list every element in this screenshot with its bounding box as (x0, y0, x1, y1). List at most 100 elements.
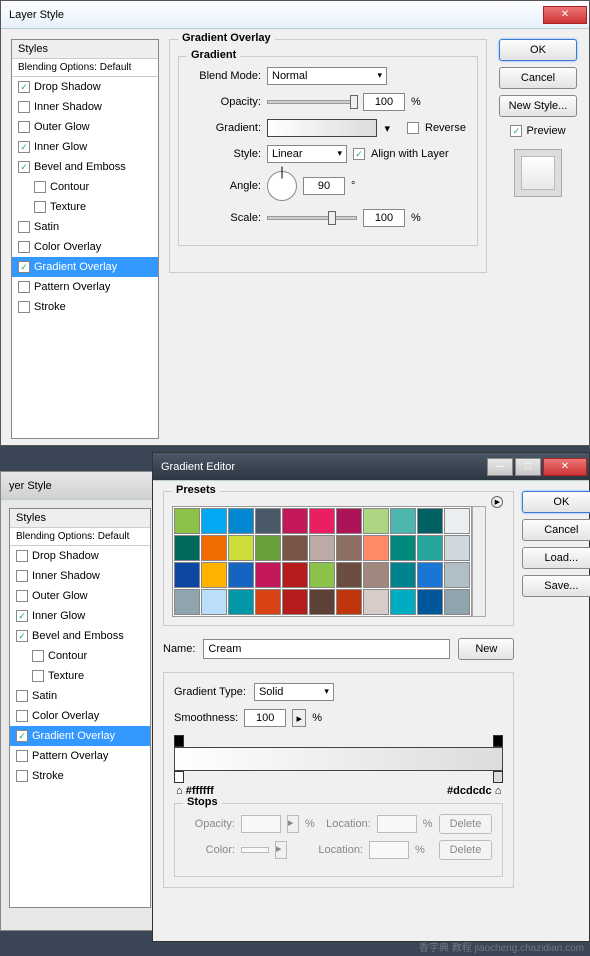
checkbox[interactable] (18, 281, 30, 293)
opacity-input[interactable] (363, 93, 405, 111)
preset-swatch[interactable] (417, 535, 443, 561)
preset-swatch[interactable] (282, 589, 308, 615)
preset-swatch[interactable] (336, 562, 362, 588)
style-item[interactable]: Inner Glow (10, 606, 150, 626)
preset-swatch[interactable] (228, 562, 254, 588)
preset-swatch[interactable] (309, 589, 335, 615)
preset-swatch[interactable] (363, 562, 389, 588)
style-item[interactable]: Inner Shadow (10, 566, 150, 586)
titlebar[interactable]: Layer Style ✕ (1, 1, 589, 29)
blend-mode-select[interactable]: Normal (267, 67, 387, 85)
opacity-stop[interactable] (174, 735, 184, 747)
new-style-button[interactable]: New Style... (499, 95, 577, 117)
preset-swatch[interactable] (336, 589, 362, 615)
preset-swatch[interactable] (309, 535, 335, 561)
style-item[interactable]: Contour (12, 177, 158, 197)
checkbox[interactable] (16, 570, 28, 582)
checkbox[interactable] (18, 261, 30, 273)
checkbox[interactable] (16, 730, 28, 742)
preset-swatch[interactable] (309, 508, 335, 534)
preset-swatch[interactable] (174, 508, 200, 534)
preset-swatch[interactable] (255, 589, 281, 615)
titlebar[interactable]: Gradient Editor — □ ✕ (153, 453, 589, 481)
style-item[interactable]: Outer Glow (12, 117, 158, 137)
opacity-stop[interactable] (493, 735, 503, 747)
style-item[interactable]: Color Overlay (10, 706, 150, 726)
style-item[interactable]: Gradient Overlay (10, 726, 150, 746)
style-item[interactable]: Gradient Overlay (12, 257, 158, 277)
scale-slider[interactable] (267, 216, 357, 220)
preset-swatch[interactable] (255, 535, 281, 561)
blending-options[interactable]: Blending Options: Default (10, 528, 150, 546)
color-stop[interactable] (174, 771, 184, 783)
checkbox[interactable] (18, 221, 30, 233)
scale-input[interactable] (363, 209, 405, 227)
close-icon[interactable]: ✕ (543, 6, 587, 24)
checkbox[interactable] (16, 770, 28, 782)
preset-swatch[interactable] (282, 535, 308, 561)
preset-swatch[interactable] (417, 589, 443, 615)
styles-header[interactable]: Styles (10, 509, 150, 528)
preset-swatch[interactable] (201, 562, 227, 588)
style-item[interactable]: Stroke (12, 297, 158, 317)
style-item[interactable]: Stroke (10, 766, 150, 786)
preset-swatch[interactable] (444, 562, 470, 588)
checkbox[interactable] (18, 161, 30, 173)
checkbox[interactable] (16, 630, 28, 642)
style-item[interactable]: Bevel and Emboss (12, 157, 158, 177)
reverse-checkbox[interactable] (407, 122, 419, 134)
preview-checkbox[interactable] (510, 125, 522, 137)
checkbox[interactable] (16, 750, 28, 762)
style-item[interactable]: Satin (12, 217, 158, 237)
checkbox[interactable] (18, 121, 30, 133)
preset-swatch[interactable] (228, 589, 254, 615)
preset-swatch[interactable] (201, 535, 227, 561)
checkbox[interactable] (16, 590, 28, 602)
cancel-button[interactable]: Cancel (522, 519, 590, 541)
style-item[interactable]: Inner Shadow (12, 97, 158, 117)
scrollbar[interactable] (472, 506, 486, 617)
preset-swatch[interactable] (255, 508, 281, 534)
dropdown-icon[interactable]: ▸ (292, 709, 306, 727)
blending-options[interactable]: Blending Options: Default (12, 59, 158, 77)
preset-swatch[interactable] (174, 562, 200, 588)
preset-swatch[interactable] (444, 589, 470, 615)
preset-swatch[interactable] (309, 562, 335, 588)
style-item[interactable]: Drop Shadow (12, 77, 158, 97)
checkbox[interactable] (16, 550, 28, 562)
preset-swatch[interactable] (444, 508, 470, 534)
preset-swatch[interactable] (255, 562, 281, 588)
preset-swatch[interactable] (417, 562, 443, 588)
ok-button[interactable]: OK (499, 39, 577, 61)
preset-swatch[interactable] (363, 589, 389, 615)
preset-swatch[interactable] (444, 535, 470, 561)
checkbox[interactable] (16, 610, 28, 622)
color-stop[interactable] (493, 771, 503, 783)
maximize-icon[interactable]: □ (515, 458, 541, 476)
preset-swatch[interactable] (363, 535, 389, 561)
checkbox[interactable] (18, 101, 30, 113)
style-item[interactable]: Contour (10, 646, 150, 666)
save-button[interactable]: Save... (522, 575, 590, 597)
checkbox[interactable] (16, 690, 28, 702)
load-button[interactable]: Load... (522, 547, 590, 569)
preset-swatch[interactable] (174, 589, 200, 615)
style-item[interactable]: Color Overlay (12, 237, 158, 257)
style-select[interactable]: Linear (267, 145, 347, 163)
minimize-icon[interactable]: — (487, 458, 513, 476)
cancel-button[interactable]: Cancel (499, 67, 577, 89)
align-checkbox[interactable] (353, 148, 365, 160)
preset-swatch[interactable] (201, 589, 227, 615)
style-item[interactable]: Drop Shadow (10, 546, 150, 566)
gradient-type-select[interactable]: Solid (254, 683, 334, 701)
style-item[interactable]: Texture (10, 666, 150, 686)
checkbox[interactable] (32, 650, 44, 662)
preset-swatch[interactable] (174, 535, 200, 561)
angle-input[interactable] (303, 177, 345, 195)
preset-swatch[interactable] (336, 508, 362, 534)
preset-swatch[interactable] (390, 562, 416, 588)
preset-swatch[interactable] (363, 508, 389, 534)
preset-swatch[interactable] (282, 508, 308, 534)
checkbox[interactable] (18, 241, 30, 253)
checkbox[interactable] (34, 181, 46, 193)
